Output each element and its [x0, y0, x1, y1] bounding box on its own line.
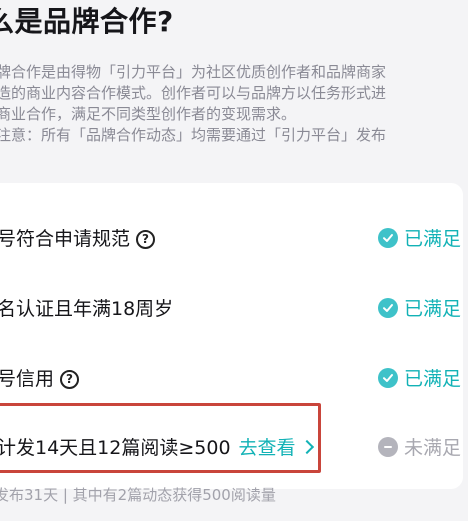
- description-line: 牌合作是由得物「引力平台」为社区优质创作者和品牌商家: [0, 63, 387, 81]
- description: 牌合作是由得物「引力平台」为社区优质创作者和品牌商家 造的商业内容合作模式。创作…: [0, 62, 466, 146]
- requirement-row-account-compliance: 号符合申请规范? 已满足: [0, 217, 461, 257]
- description-line: 注意：所有「品牌合作动态」均需要通过「引力平台」发布: [0, 126, 387, 144]
- minus-circle-icon: [377, 436, 398, 457]
- requirement-label: 号符合申请规范: [0, 228, 131, 250]
- requirement-label: 号信用: [0, 368, 55, 390]
- brand-cooperation-page: 么是品牌合作? 牌合作是由得物「引力平台」为社区优质创作者和品牌商家 造的商业内…: [0, 0, 468, 521]
- status-met: 已满足: [377, 294, 461, 321]
- description-line: 商业合作，满足不同类型创作者的变现需求。: [0, 105, 297, 123]
- status-unmet: 未满足: [377, 433, 461, 460]
- highlight-box: [0, 403, 321, 473]
- requirement-row-real-name: 名认证且年满18周岁 已满足: [0, 287, 461, 327]
- status-text: 已满足: [403, 228, 461, 250]
- status-text: 已满足: [403, 298, 461, 320]
- question-circle-icon[interactable]: ?: [136, 230, 156, 249]
- footnote: 发布31天 | 其中有2篇动态获得500阅读量: [0, 486, 276, 504]
- requirement-label: 名认证且年满18周岁: [0, 298, 174, 320]
- requirement-row-account-credit: 号信用? 已满足: [0, 357, 461, 397]
- question-circle-icon[interactable]: ?: [60, 370, 80, 389]
- check-circle-icon: [377, 297, 398, 318]
- status-met: 已满足: [377, 364, 461, 391]
- status-text: 已满足: [403, 368, 461, 390]
- status-met: 已满足: [377, 224, 461, 251]
- status-text: 未满足: [403, 437, 461, 459]
- check-circle-icon: [377, 227, 398, 248]
- page-title: 么是品牌合作?: [0, 5, 174, 38]
- description-line: 造的商业内容合作模式。创作者可以与品牌方以任务形式进: [0, 84, 387, 102]
- check-circle-icon: [377, 367, 398, 388]
